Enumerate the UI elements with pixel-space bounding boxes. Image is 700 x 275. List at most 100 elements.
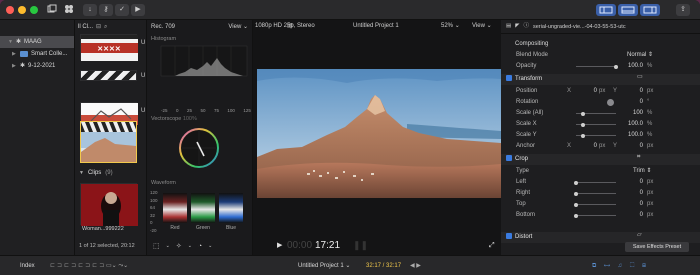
chevron-down-icon[interactable]: ⌄	[208, 244, 212, 249]
chevron-down-icon[interactable]: ▼	[79, 170, 84, 176]
scale-x-knob[interactable]	[581, 122, 585, 127]
viewer-panel: 1080p HD 25p, Stereo ▤ Untitled Project …	[253, 20, 501, 255]
position-x-value[interactable]: 0	[583, 86, 597, 97]
clip-appearance-icon[interactable]: ⊟	[96, 24, 101, 30]
timecode: 17:21	[315, 240, 341, 251]
clip-thumbnail-woman[interactable]	[80, 183, 138, 226]
chevron-right-icon[interactable]: ▶	[12, 51, 17, 57]
timeline-project-menu[interactable]: Untitled Project 1 ⌄	[298, 256, 350, 275]
blend-mode-select[interactable]: Normal ⇕	[627, 50, 653, 61]
chevron-down-icon[interactable]: ⌄	[166, 244, 170, 249]
crop-bottom-knob[interactable]	[574, 213, 578, 218]
search-icon[interactable]: ⌕	[104, 24, 107, 30]
fullscreen-icon[interactable]: ⤢	[489, 242, 495, 249]
viewer-view-menu[interactable]: View ⌄	[472, 23, 492, 29]
timeline-index-button[interactable]: Index	[20, 256, 35, 275]
edit-buttons[interactable]: ⊏⊐⊏⊐⊏⊐⊏⊐	[50, 256, 106, 275]
import-button[interactable]: ↓	[83, 4, 97, 16]
param-label: Position	[516, 88, 538, 94]
clip-thumbnail[interactable]	[80, 70, 137, 81]
anchor-x-value[interactable]: 0	[583, 141, 597, 152]
edit-mode-menu[interactable]: ▭⌄ ⤳⌄	[106, 256, 128, 275]
rotation-value[interactable]: 0	[629, 97, 643, 108]
crop-right-value[interactable]: 0	[629, 188, 643, 199]
library-item-event[interactable]: ▶ ✱ 9-12-2021	[0, 60, 74, 72]
anchor-y-value[interactable]: 0	[629, 141, 643, 152]
section-transform[interactable]: Transform ▭	[501, 74, 700, 85]
selected-clip-thumbnail[interactable]	[80, 121, 137, 163]
info-icon[interactable]: ⓘ	[523, 23, 529, 30]
play-button[interactable]: ▶	[131, 4, 145, 16]
media-browser-icon[interactable]	[62, 4, 76, 16]
crop-left-value[interactable]: 0	[629, 177, 643, 188]
clip-thumbnail[interactable]: ✕✕✕✕	[80, 34, 138, 61]
library-layout-icon[interactable]	[596, 4, 616, 16]
opacity-value[interactable]: 100.0	[625, 61, 643, 72]
fcp-window: ↓ ⚷ ✓ ▶ ⇪ ▼ ✱ MAAG ▶ Smart Colle... ▶ ✱	[0, 0, 700, 275]
close-window-button[interactable]	[6, 6, 14, 14]
inspector-layout-icon[interactable]	[640, 4, 660, 16]
play-icon[interactable]: ▶	[277, 242, 282, 249]
opacity-knob[interactable]	[614, 64, 618, 69]
libraries-icon[interactable]	[44, 4, 60, 16]
color-inspector-icon[interactable]: ◤	[515, 23, 519, 30]
crop-top-value[interactable]: 0	[629, 199, 643, 210]
crop-left-slider[interactable]	[576, 182, 616, 183]
chevron-down-icon[interactable]: ▼	[8, 39, 13, 45]
transform-tool-icon[interactable]: ⬚	[153, 243, 160, 250]
minimize-window-button[interactable]	[18, 6, 26, 14]
scale-x-value[interactable]: 100.0	[625, 119, 643, 130]
timeline-duration: 32:17 / 32:17	[366, 263, 402, 269]
crop-bottom-slider[interactable]	[576, 215, 616, 216]
back-forward-icons[interactable]: ◀ ▶	[410, 256, 421, 275]
distort-checkbox[interactable]	[506, 233, 512, 240]
transform-checkbox[interactable]	[506, 75, 512, 82]
scopes-view-menu[interactable]: View ⌄	[228, 24, 248, 30]
background-tasks-button[interactable]: ✓	[115, 4, 129, 16]
crop-type-select[interactable]: Trim ⇕	[633, 166, 651, 177]
browser-title: ll Cl...	[78, 24, 93, 30]
timeline-layout-icon[interactable]	[618, 4, 638, 16]
channel-label-red: Red	[170, 225, 180, 231]
video-inspector-icon[interactable]: ▤	[506, 23, 511, 30]
share-icon[interactable]: ⇪	[676, 4, 690, 16]
library-item-smart-collections[interactable]: ▶ Smart Colle...	[0, 48, 74, 60]
zoom-window-button[interactable]	[30, 6, 38, 14]
viewer-zoom-menu[interactable]: 52% ⌄	[441, 23, 460, 29]
crop-top-slider[interactable]	[576, 204, 616, 205]
playback-controls: ▶ 00:00 17:21 ❚❚ ⤢	[253, 238, 501, 255]
scale-all-knob[interactable]	[581, 111, 585, 116]
section-crop[interactable]: Crop ⌗	[501, 154, 700, 165]
save-effects-preset-button[interactable]: Save Effects Preset	[625, 242, 689, 252]
crop-checkbox[interactable]	[506, 155, 512, 162]
scale-x-row: Scale X 100.0 %	[501, 119, 700, 130]
clips-section-header[interactable]: ▼ Clips (9)	[79, 170, 113, 176]
scale-all-value[interactable]: 100	[625, 108, 643, 119]
timeline-view-icons[interactable]: ⧉ ⟷ ♫ ⬚ ⊞	[592, 256, 649, 275]
crop-right-knob[interactable]	[574, 191, 578, 196]
effects-wand-icon[interactable]: ✧	[176, 243, 182, 250]
chevron-down-icon[interactable]: ⌄	[188, 244, 192, 249]
opacity-slider[interactable]	[576, 66, 616, 67]
section-label: Compositing	[515, 41, 549, 47]
unit: px	[599, 88, 606, 94]
video-frame[interactable]	[257, 69, 501, 198]
crop-top-knob[interactable]	[574, 202, 578, 207]
inspector-clip-title: serial-ungraded-vie...-04-03-55-53-utc	[532, 23, 626, 30]
rotation-dial[interactable]	[607, 99, 614, 106]
position-y-value[interactable]: 0	[629, 86, 643, 97]
transform-onscreen-icon[interactable]: ▭	[637, 74, 643, 80]
param-label: Rotation	[516, 99, 539, 105]
crop-bottom-value[interactable]: 0	[629, 210, 643, 221]
keywords-button[interactable]: ⚷	[99, 4, 113, 16]
scale-y-value[interactable]: 100.0	[625, 130, 643, 141]
distort-onscreen-icon[interactable]: ▱	[637, 232, 642, 238]
scale-y-knob[interactable]	[581, 133, 585, 138]
crop-onscreen-icon[interactable]: ⌗	[637, 154, 640, 160]
crop-right-slider[interactable]	[576, 193, 616, 194]
chevron-right-icon[interactable]: ▶	[12, 63, 17, 69]
speed-gauge-icon[interactable]: ◔	[198, 243, 202, 250]
library-item-maag[interactable]: ▼ ✱ MAAG	[0, 36, 74, 48]
library-spacer	[0, 20, 74, 36]
crop-left-knob[interactable]	[574, 180, 578, 185]
